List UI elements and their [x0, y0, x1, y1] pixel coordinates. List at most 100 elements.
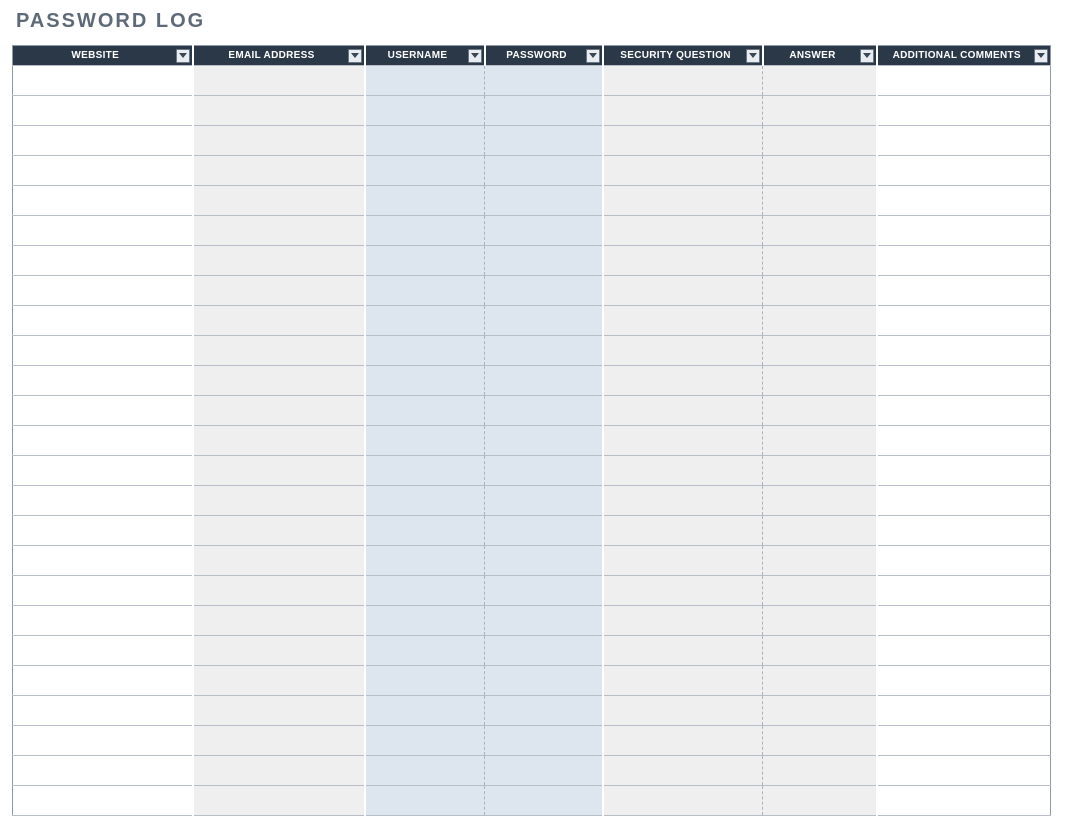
- cell-secq[interactable]: [603, 636, 763, 666]
- filter-dropdown-icon[interactable]: [1034, 49, 1048, 63]
- cell-email[interactable]: [193, 336, 365, 366]
- cell-username[interactable]: [365, 96, 485, 126]
- cell-password[interactable]: [485, 306, 603, 336]
- cell-comments[interactable]: [877, 216, 1051, 246]
- cell-username[interactable]: [365, 186, 485, 216]
- cell-answer[interactable]: [763, 186, 877, 216]
- cell-secq[interactable]: [603, 186, 763, 216]
- cell-password[interactable]: [485, 396, 603, 426]
- cell-secq[interactable]: [603, 666, 763, 696]
- cell-username[interactable]: [365, 786, 485, 816]
- cell-comments[interactable]: [877, 486, 1051, 516]
- cell-comments[interactable]: [877, 756, 1051, 786]
- cell-answer[interactable]: [763, 696, 877, 726]
- cell-secq[interactable]: [603, 66, 763, 96]
- cell-website[interactable]: [13, 696, 193, 726]
- cell-email[interactable]: [193, 246, 365, 276]
- cell-comments[interactable]: [877, 516, 1051, 546]
- cell-website[interactable]: [13, 216, 193, 246]
- cell-website[interactable]: [13, 606, 193, 636]
- cell-email[interactable]: [193, 546, 365, 576]
- cell-comments[interactable]: [877, 426, 1051, 456]
- cell-email[interactable]: [193, 216, 365, 246]
- cell-answer[interactable]: [763, 456, 877, 486]
- cell-password[interactable]: [485, 66, 603, 96]
- filter-dropdown-icon[interactable]: [586, 49, 600, 63]
- cell-comments[interactable]: [877, 306, 1051, 336]
- cell-answer[interactable]: [763, 246, 877, 276]
- cell-username[interactable]: [365, 126, 485, 156]
- cell-email[interactable]: [193, 306, 365, 336]
- cell-comments[interactable]: [877, 636, 1051, 666]
- cell-secq[interactable]: [603, 336, 763, 366]
- cell-website[interactable]: [13, 306, 193, 336]
- filter-dropdown-icon[interactable]: [746, 49, 760, 63]
- cell-username[interactable]: [365, 276, 485, 306]
- cell-answer[interactable]: [763, 306, 877, 336]
- cell-comments[interactable]: [877, 336, 1051, 366]
- cell-email[interactable]: [193, 156, 365, 186]
- cell-password[interactable]: [485, 756, 603, 786]
- cell-email[interactable]: [193, 696, 365, 726]
- cell-secq[interactable]: [603, 216, 763, 246]
- cell-secq[interactable]: [603, 696, 763, 726]
- cell-username[interactable]: [365, 486, 485, 516]
- cell-comments[interactable]: [877, 606, 1051, 636]
- cell-email[interactable]: [193, 66, 365, 96]
- cell-email[interactable]: [193, 96, 365, 126]
- cell-secq[interactable]: [603, 456, 763, 486]
- cell-comments[interactable]: [877, 396, 1051, 426]
- cell-answer[interactable]: [763, 786, 877, 816]
- cell-secq[interactable]: [603, 516, 763, 546]
- cell-website[interactable]: [13, 66, 193, 96]
- cell-username[interactable]: [365, 246, 485, 276]
- cell-comments[interactable]: [877, 456, 1051, 486]
- cell-answer[interactable]: [763, 366, 877, 396]
- cell-comments[interactable]: [877, 246, 1051, 276]
- cell-website[interactable]: [13, 726, 193, 756]
- cell-username[interactable]: [365, 636, 485, 666]
- cell-email[interactable]: [193, 726, 365, 756]
- cell-secq[interactable]: [603, 756, 763, 786]
- cell-password[interactable]: [485, 486, 603, 516]
- cell-password[interactable]: [485, 456, 603, 486]
- cell-answer[interactable]: [763, 726, 877, 756]
- cell-answer[interactable]: [763, 156, 877, 186]
- cell-secq[interactable]: [603, 306, 763, 336]
- cell-comments[interactable]: [877, 576, 1051, 606]
- cell-answer[interactable]: [763, 426, 877, 456]
- cell-secq[interactable]: [603, 246, 763, 276]
- cell-website[interactable]: [13, 276, 193, 306]
- cell-secq[interactable]: [603, 126, 763, 156]
- cell-comments[interactable]: [877, 96, 1051, 126]
- cell-website[interactable]: [13, 516, 193, 546]
- cell-email[interactable]: [193, 126, 365, 156]
- filter-dropdown-icon[interactable]: [176, 49, 190, 63]
- cell-email[interactable]: [193, 666, 365, 696]
- cell-username[interactable]: [365, 396, 485, 426]
- cell-email[interactable]: [193, 426, 365, 456]
- cell-password[interactable]: [485, 96, 603, 126]
- cell-email[interactable]: [193, 276, 365, 306]
- cell-answer[interactable]: [763, 576, 877, 606]
- filter-dropdown-icon[interactable]: [860, 49, 874, 63]
- cell-website[interactable]: [13, 486, 193, 516]
- cell-username[interactable]: [365, 756, 485, 786]
- cell-secq[interactable]: [603, 546, 763, 576]
- cell-answer[interactable]: [763, 666, 877, 696]
- cell-email[interactable]: [193, 366, 365, 396]
- cell-answer[interactable]: [763, 486, 877, 516]
- cell-password[interactable]: [485, 276, 603, 306]
- cell-email[interactable]: [193, 456, 365, 486]
- cell-answer[interactable]: [763, 96, 877, 126]
- cell-password[interactable]: [485, 336, 603, 366]
- cell-comments[interactable]: [877, 726, 1051, 756]
- cell-username[interactable]: [365, 426, 485, 456]
- cell-comments[interactable]: [877, 126, 1051, 156]
- cell-password[interactable]: [485, 726, 603, 756]
- cell-username[interactable]: [365, 66, 485, 96]
- cell-secq[interactable]: [603, 486, 763, 516]
- cell-website[interactable]: [13, 396, 193, 426]
- cell-username[interactable]: [365, 666, 485, 696]
- cell-comments[interactable]: [877, 666, 1051, 696]
